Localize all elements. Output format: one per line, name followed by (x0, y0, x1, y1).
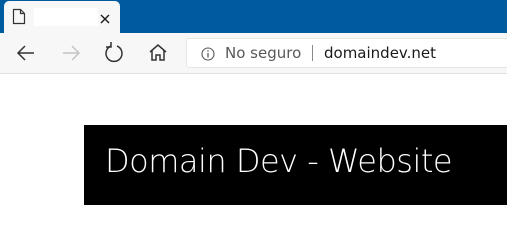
browser-tab[interactable] (4, 1, 120, 33)
page-icon (12, 8, 26, 25)
security-label[interactable]: No seguro (225, 44, 301, 62)
back-arrow-icon[interactable] (14, 41, 38, 65)
tab-strip (0, 0, 507, 33)
forward-arrow-icon[interactable] (59, 41, 83, 65)
address-bar[interactable]: No seguro domaindev.net (186, 38, 507, 68)
page-banner: Domain Dev - Website (84, 125, 507, 205)
info-icon[interactable] (201, 46, 215, 61)
tab-title (34, 8, 98, 26)
home-icon[interactable] (146, 41, 170, 65)
browser-toolbar: No seguro domaindev.net (0, 33, 507, 74)
url-text[interactable]: domaindev.net (324, 44, 436, 62)
address-separator (312, 45, 313, 61)
refresh-icon[interactable] (102, 41, 126, 65)
close-icon[interactable] (99, 10, 111, 24)
page-title: Domain Dev - Website (105, 142, 453, 180)
